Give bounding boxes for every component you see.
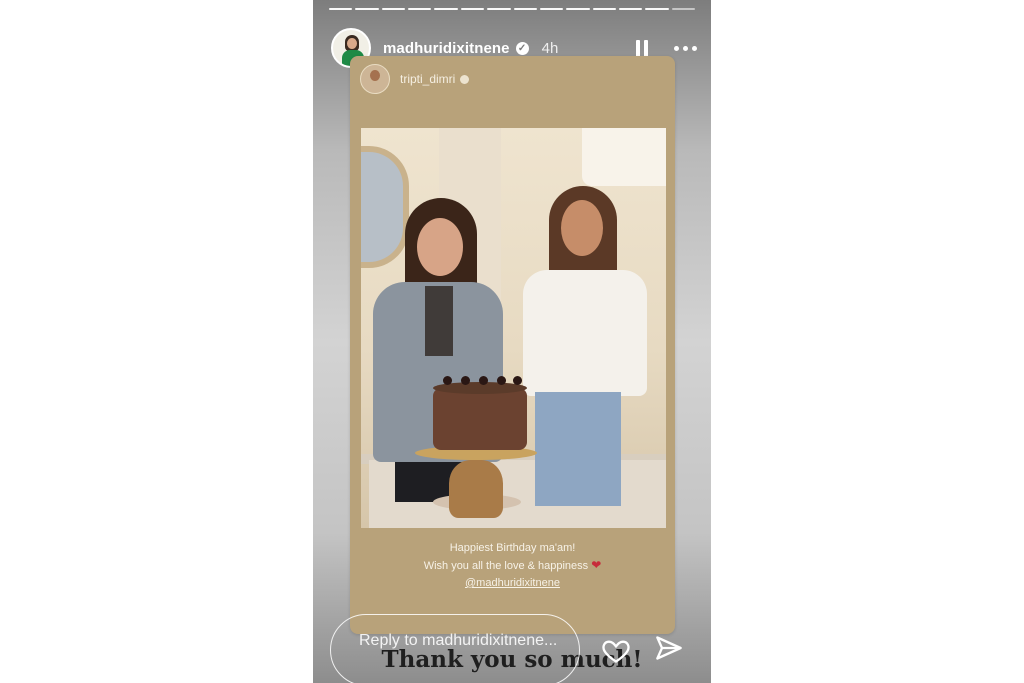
heart-emoji-icon: ❤ bbox=[591, 558, 602, 572]
progress-segment bbox=[460, 8, 485, 10]
caption-mention[interactable]: @madhuridixitnene bbox=[350, 575, 675, 592]
progress-segment bbox=[539, 8, 564, 10]
pause-icon[interactable] bbox=[636, 39, 648, 57]
person-right bbox=[519, 186, 649, 506]
caption-line-2: Wish you all the love & happiness bbox=[423, 560, 589, 572]
reply-placeholder: Reply to madhuridixitnene... bbox=[359, 632, 558, 649]
progress-segment bbox=[408, 8, 432, 10]
progress-segment bbox=[671, 8, 696, 10]
progress-segment bbox=[329, 8, 353, 10]
verified-badge-icon: ✓ bbox=[515, 41, 529, 55]
progress-segment bbox=[618, 8, 643, 10]
heart-icon[interactable] bbox=[601, 637, 631, 665]
progress-segment bbox=[513, 8, 537, 10]
story-viewer: madhuridixitnene ✓ 4h tripti_dimri Happi… bbox=[313, 0, 711, 683]
tag-account-row: tripti_dimri bbox=[360, 64, 470, 94]
shared-story-card[interactable]: tripti_dimri Happiest Birthday ma'am! Wi… bbox=[350, 56, 675, 634]
reply-input[interactable]: Reply to madhuridixitnene... bbox=[330, 614, 580, 683]
verified-badge-icon bbox=[460, 74, 470, 84]
send-icon[interactable] bbox=[655, 634, 683, 662]
caption-line-1: Happiest Birthday ma'am! bbox=[449, 542, 576, 554]
progress-segment bbox=[355, 8, 379, 10]
progress-segment bbox=[381, 8, 406, 10]
story-username[interactable]: madhuridixitnene bbox=[383, 40, 510, 57]
story-progress-bar bbox=[329, 8, 696, 11]
progress-segment bbox=[566, 8, 590, 10]
more-options-icon[interactable] bbox=[674, 45, 697, 51]
story-caption: Happiest Birthday ma'am! Wish you all th… bbox=[350, 540, 675, 592]
tag-account-avatar[interactable] bbox=[360, 64, 390, 94]
tag-account-name[interactable]: tripti_dimri bbox=[400, 72, 455, 86]
progress-segment bbox=[645, 8, 669, 10]
progress-segment bbox=[487, 8, 511, 10]
progress-segment bbox=[592, 8, 616, 10]
birthday-cake bbox=[415, 376, 537, 528]
story-time: 4h bbox=[541, 39, 559, 57]
story-photo bbox=[361, 128, 666, 528]
progress-segment bbox=[434, 8, 458, 10]
